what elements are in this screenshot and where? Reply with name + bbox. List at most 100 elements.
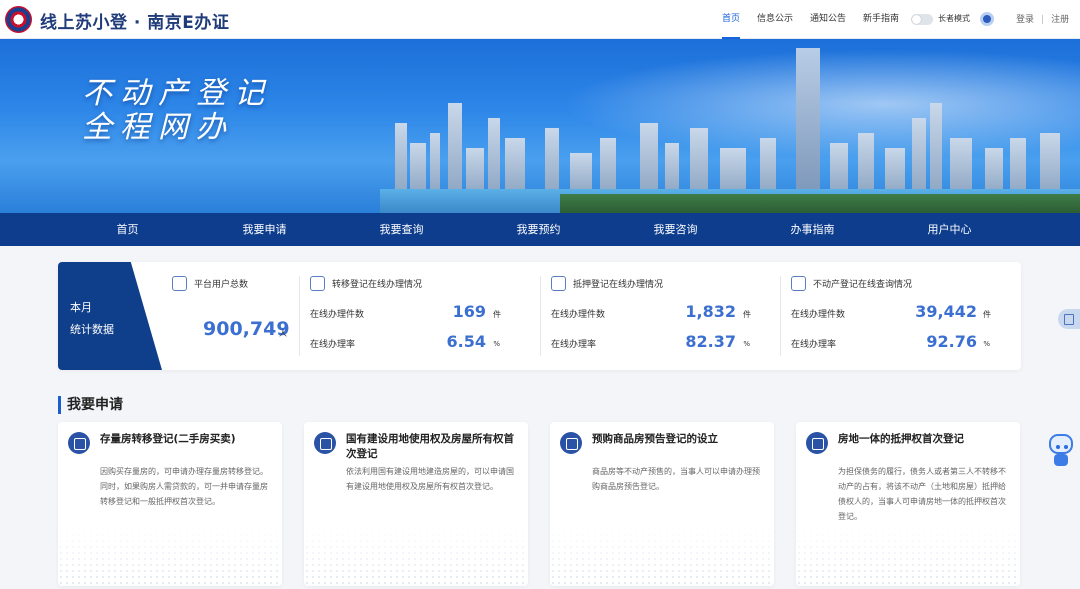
stat-query-count-unit: 件 xyxy=(983,310,991,319)
stat-mortgage: 抵押登记在线办理情况 在线办理件数 1,832 件 在线办理率 82.37 % xyxy=(541,262,751,370)
stat-mortgage-label: 抵押登记在线办理情况 xyxy=(573,280,664,290)
monthly-stats-panel: 本月 统计数据 平台用户总数 900,749 人 转移登记在线办理情况 在线办理… xyxy=(58,262,1021,370)
skyline-building xyxy=(830,143,848,193)
main-nav-appointment[interactable]: 我要预约 xyxy=(470,213,607,246)
banner-clouds xyxy=(560,49,1080,159)
building-icon xyxy=(560,432,582,454)
monitor-icon xyxy=(551,276,566,291)
floating-menu-icon[interactable] xyxy=(1058,309,1080,329)
card-title: 存量房转移登记(二手房买卖) xyxy=(100,433,236,445)
stat-mortgage-rate: 82.37 xyxy=(685,332,736,351)
top-nav-info-disclosure[interactable]: 信息公示 xyxy=(757,0,793,39)
stat-query-label: 不动产登记在线查询情况 xyxy=(813,280,913,290)
banner-trees xyxy=(560,194,1080,213)
house-transfer-icon xyxy=(68,432,90,454)
skyline-building xyxy=(545,128,559,193)
banner-slogan: 不动产登记 全程网办 xyxy=(82,77,272,145)
auth-links: 登录 | 注册 xyxy=(1016,12,1069,25)
skyline-building xyxy=(690,128,708,193)
stat-transfer-count: 169 xyxy=(452,302,486,321)
stat-query-count: 39,442 xyxy=(915,302,977,321)
skyline-building xyxy=(570,153,592,193)
card-desc: 商品房等不动产预售的，当事人可以申请办理预购商品房预告登记。 xyxy=(592,467,760,491)
skyline-building xyxy=(505,138,525,193)
stats-tab-line1: 本月 xyxy=(70,301,92,314)
skyline-tower xyxy=(796,48,820,193)
main-nav-consult[interactable]: 我要咨询 xyxy=(607,213,744,246)
stat-mortgage-rate-label: 在线办理率 xyxy=(551,340,597,350)
house-icon xyxy=(314,432,336,454)
stat-transfer-rate-unit: % xyxy=(493,340,500,348)
skyline-building xyxy=(488,118,500,193)
card-title: 国有建设用地使用权及房屋所有权首次登记 xyxy=(346,433,514,460)
stat-total-label: 平台用户总数 xyxy=(194,280,249,290)
skyline-building xyxy=(395,123,407,193)
top-header: 线上苏小登 · 南京E办证 首页 信息公示 通知公告 新手指南 长者模式 登录 |… xyxy=(0,0,1080,39)
skyline-building xyxy=(760,138,776,193)
transfer-icon xyxy=(310,276,325,291)
elder-mode-toggle[interactable] xyxy=(911,14,933,25)
robot-body xyxy=(1054,454,1068,466)
stat-transfer-rate-label: 在线办理率 xyxy=(310,340,356,350)
emblem-logo xyxy=(5,6,32,33)
mortgage-icon xyxy=(806,432,828,454)
service-card-mortgage-first[interactable]: 房地一体的抵押权首次登记 为担保债务的履行，债务人或者第三人不转移不动产的占有，… xyxy=(796,422,1020,586)
skyline-building xyxy=(1040,133,1060,193)
robot-head xyxy=(1049,434,1073,454)
assistant-robot-icon[interactable] xyxy=(1046,432,1076,470)
skyline-building xyxy=(885,148,905,193)
stats-tab-line2: 统计数据 xyxy=(70,323,114,336)
main-nav-apply[interactable]: 我要申请 xyxy=(196,213,333,246)
card-title: 预购商品房预告登记的设立 xyxy=(592,433,718,445)
stat-query-rate-unit: % xyxy=(983,340,990,348)
main-nav-home[interactable]: 首页 xyxy=(59,213,196,246)
stat-total-users: 平台用户总数 900,749 人 xyxy=(172,262,298,370)
top-nav: 首页 信息公示 通知公告 新手指南 xyxy=(722,0,916,39)
service-card-resale-transfer[interactable]: 存量房转移登记(二手房买卖) 因购买存量房的，可申请办理存量房转移登记。同时，如… xyxy=(58,422,282,586)
skyline-building xyxy=(912,118,926,193)
skyline-building xyxy=(410,143,426,193)
skyline-building xyxy=(430,133,440,193)
stats-tab: 本月 统计数据 xyxy=(58,262,162,370)
skyline-building xyxy=(720,148,746,193)
stat-transfer-count-unit: 件 xyxy=(493,310,501,319)
stat-mortgage-count: 1,832 xyxy=(685,302,736,321)
stat-mortgage-rate-unit: % xyxy=(743,340,750,348)
skyline-building xyxy=(950,138,972,193)
robot-eye xyxy=(1056,445,1060,449)
login-link[interactable]: 登录 xyxy=(1016,15,1034,25)
top-nav-notices[interactable]: 通知公告 xyxy=(810,0,846,39)
skyline-building xyxy=(985,148,1003,193)
card-desc: 因购买存量房的，可申请办理存量房转移登记。同时，如果购房人需贷款的，可一并申请存… xyxy=(100,467,268,506)
skyline-building xyxy=(640,123,658,193)
robot-eye xyxy=(1064,445,1068,449)
auth-separator: | xyxy=(1041,15,1045,25)
top-nav-beginner-guide[interactable]: 新手指南 xyxy=(863,0,899,39)
service-card-presale-notice[interactable]: 预购商品房预告登记的设立 商品房等不动产预售的，当事人可以申请办理预购商品房预告… xyxy=(550,422,774,586)
skyline-building xyxy=(466,148,484,193)
skyline-building xyxy=(1010,138,1026,193)
stat-transfer-count-label: 在线办理件数 xyxy=(310,310,365,320)
skyline-building xyxy=(600,138,616,193)
register-link[interactable]: 注册 xyxy=(1051,15,1069,25)
stat-query-rate-label: 在线办理率 xyxy=(791,340,837,350)
stat-transfer-label: 转移登记在线办理情况 xyxy=(332,280,423,290)
card-desc: 依法利用国有建设用地建造房屋的，可以申请国有建设用地使用权及房屋所有权首次登记。 xyxy=(346,467,514,491)
elder-mode-label: 长者模式 xyxy=(938,14,970,23)
skyline-building xyxy=(858,133,874,193)
user-avatar-icon[interactable] xyxy=(980,12,994,26)
stat-total-unit: 人 xyxy=(279,329,287,338)
banner-slogan-line1: 不动产登记 xyxy=(82,76,272,111)
stat-mortgage-count-label: 在线办理件数 xyxy=(551,310,606,320)
main-nav-user-center[interactable]: 用户中心 xyxy=(881,213,1018,246)
top-nav-home[interactable]: 首页 xyxy=(722,0,741,39)
skyline-building xyxy=(930,103,942,193)
stat-query: 不动产登记在线查询情况 在线办理件数 39,442 件 在线办理率 92.76 … xyxy=(781,262,991,370)
main-nav-guide[interactable]: 办事指南 xyxy=(744,213,881,246)
service-card-first-registration[interactable]: 国有建设用地使用权及房屋所有权首次登记 依法利用国有建设用地建造房屋的，可以申请… xyxy=(304,422,528,586)
stat-query-rate: 92.76 xyxy=(926,332,977,351)
stat-transfer: 转移登记在线办理情况 在线办理件数 169 件 在线办理率 6.54 % xyxy=(300,262,510,370)
main-nav-query[interactable]: 我要查询 xyxy=(333,213,470,246)
hero-banner: 不动产登记 全程网办 xyxy=(0,39,1080,213)
skyline-building xyxy=(665,143,679,193)
